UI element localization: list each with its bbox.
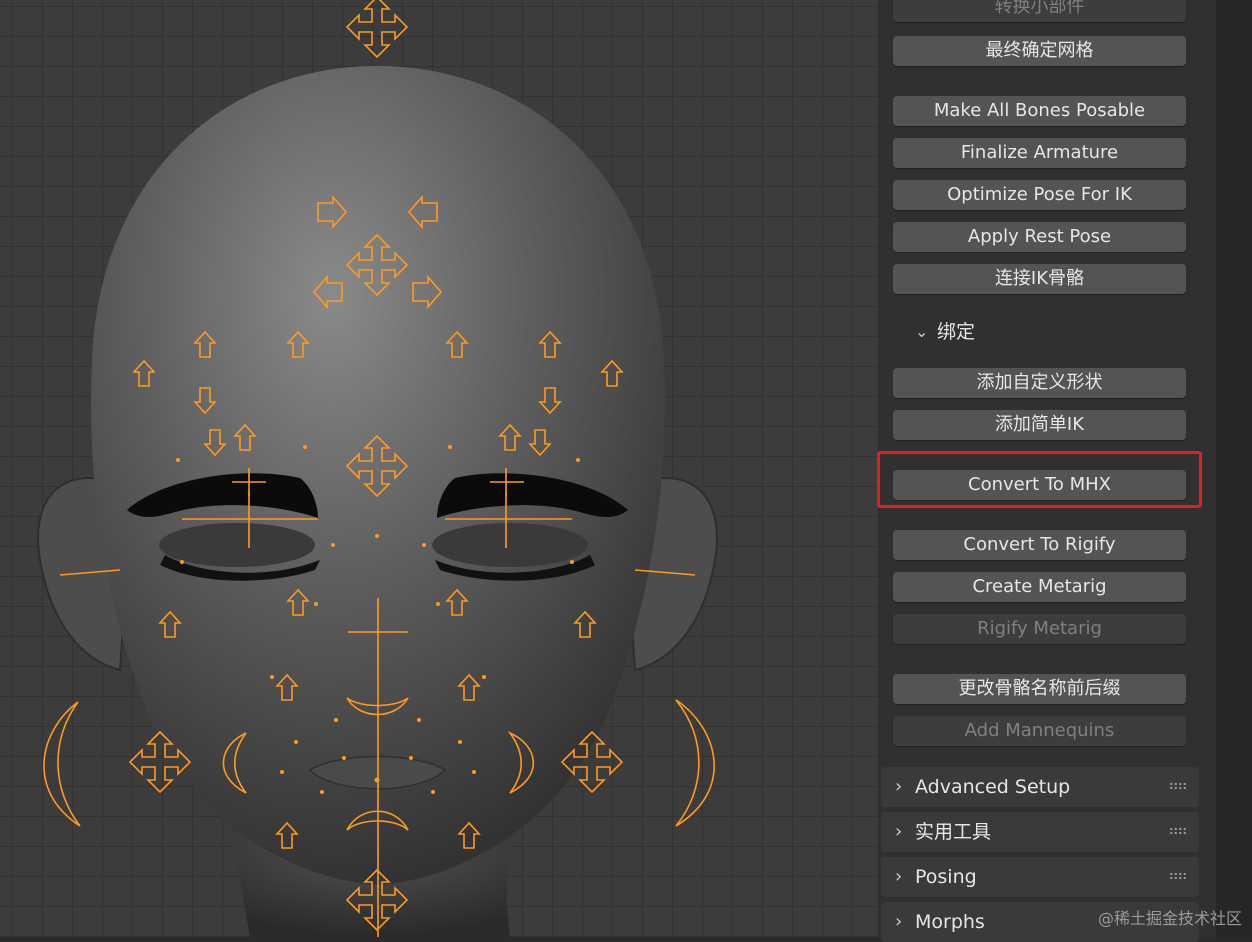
rigging-subsection-label: 绑定	[937, 321, 976, 343]
add-simple-ik-button[interactable]: 添加简单IK	[893, 410, 1186, 440]
drag-grip-icon[interactable]	[1169, 827, 1187, 835]
change-bone-prefix-suffix-button[interactable]: 更改骨骼名称前后缀	[893, 674, 1186, 704]
section-utilities[interactable]: › 实用工具	[881, 812, 1199, 852]
watermark: @稀土掘金技术社区	[1097, 909, 1242, 928]
section-label: Posing	[915, 866, 977, 888]
finalize-mesh-button[interactable]: 最终确定网格	[893, 36, 1186, 66]
finalize-armature-button[interactable]: Finalize Armature	[893, 138, 1186, 168]
chevron-right-icon: ›	[895, 911, 903, 932]
chevron-right-icon: ›	[895, 866, 903, 887]
section-posing[interactable]: › Posing	[881, 857, 1199, 897]
highlight-box	[877, 451, 1202, 508]
convert-widgets-button[interactable]: 转换小部件	[893, 0, 1186, 22]
viewport-scene	[37, 0, 718, 937]
3d-viewport[interactable]	[0, 0, 878, 937]
make-all-bones-posable-button[interactable]: Make All Bones Posable	[893, 96, 1186, 126]
chevron-down-icon: ⌄	[915, 322, 929, 341]
rigging-subsection-header[interactable]: ⌄ 绑定	[881, 312, 1199, 352]
panel-scroll-region[interactable]	[1216, 0, 1252, 937]
chevron-right-icon: ›	[895, 821, 903, 842]
optimize-pose-for-ik-button[interactable]: Optimize Pose For IK	[893, 180, 1186, 210]
drag-grip-icon[interactable]	[1169, 782, 1187, 790]
section-label: 实用工具	[915, 821, 992, 843]
drag-grip-icon[interactable]	[1169, 872, 1187, 880]
section-label: Advanced Setup	[915, 776, 1071, 798]
add-custom-shapes-button[interactable]: 添加自定义形状	[893, 368, 1186, 398]
section-advanced-setup[interactable]: › Advanced Setup	[881, 767, 1199, 807]
convert-to-rigify-button[interactable]: Convert To Rigify	[893, 530, 1186, 560]
section-label: Morphs	[915, 911, 985, 933]
chevron-right-icon: ›	[895, 776, 903, 797]
rigify-metarig-button[interactable]: Rigify Metarig	[893, 614, 1186, 644]
add-mannequins-button[interactable]: Add Mannequins	[893, 716, 1186, 746]
right-eye-mesh	[432, 523, 588, 567]
connect-ik-bones-button[interactable]: 连接IK骨骼	[893, 264, 1186, 294]
create-metarig-button[interactable]: Create Metarig	[893, 572, 1186, 602]
apply-rest-pose-button[interactable]: Apply Rest Pose	[893, 222, 1186, 252]
